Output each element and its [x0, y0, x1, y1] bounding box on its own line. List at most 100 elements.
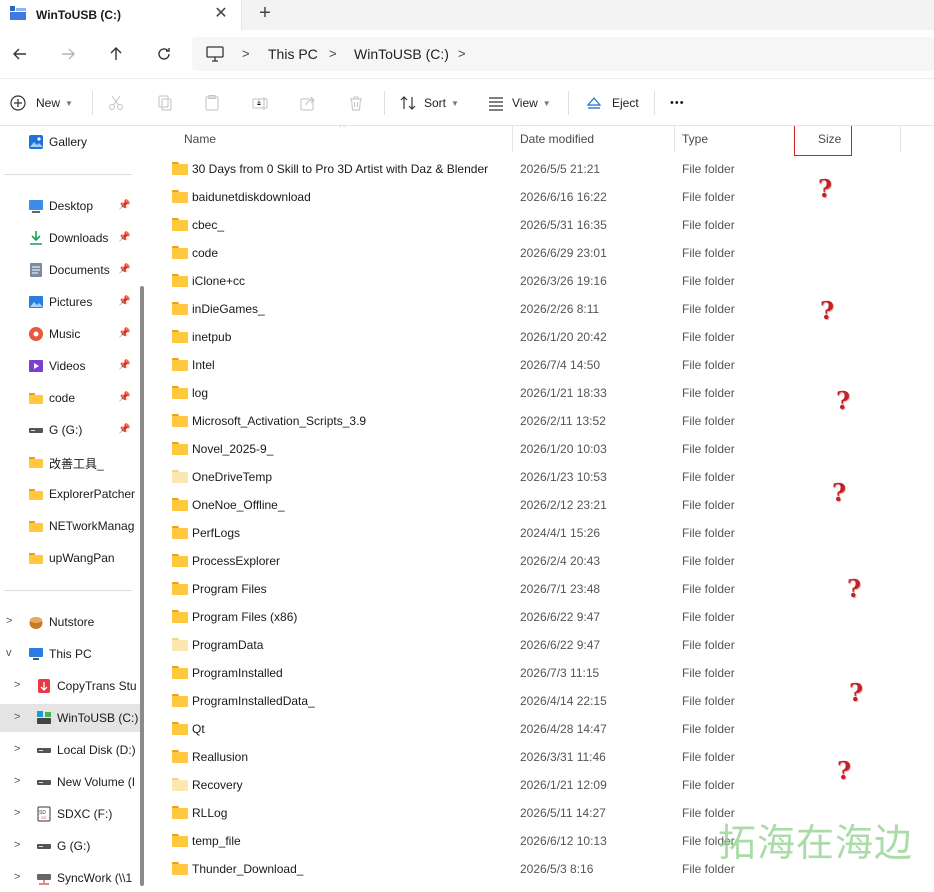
file-row[interactable]: log 2026/1/21 18:33 File folder [150, 379, 934, 407]
back-button[interactable] [8, 42, 32, 66]
sidebar-item-quick-access[interactable]: 改善工具_ [0, 448, 140, 476]
pin-icon[interactable]: 📌 [118, 392, 130, 403]
pin-icon[interactable]: 📌 [118, 232, 130, 243]
file-row[interactable]: ProgramInstalled 2026/7/3 11:15 File folde… [150, 659, 934, 687]
chevron-down-icon[interactable]: v [6, 647, 12, 659]
file-row[interactable]: Microsoft_Activation_Scripts_3.9 2026/2/1… [150, 407, 934, 435]
file-row[interactable]: Recovery 2026/1/21 12:09 File folder [150, 771, 934, 799]
more-options-button[interactable]: ••• [670, 91, 685, 115]
copy-button[interactable] [157, 91, 173, 115]
pin-icon[interactable]: 📌 [118, 200, 130, 211]
sidebar-item-quick-access[interactable]: code 📌 [0, 384, 140, 412]
sidebar-item-nutstore[interactable]: > Nutstore [0, 608, 140, 636]
new-button[interactable]: New ▼ [10, 91, 73, 115]
rename-button[interactable] [252, 91, 268, 115]
file-row[interactable]: ProcessExplorer 2026/2/4 20:43 File folder [150, 547, 934, 575]
pin-icon[interactable]: 📌 [118, 296, 130, 307]
sidebar-item-quick-access[interactable]: Videos 📌 [0, 352, 140, 380]
column-divider[interactable] [900, 126, 901, 152]
sidebar-item-drive[interactable]: > G (G:) [0, 832, 140, 860]
file-row[interactable]: Program Files 2026/7/1 23:48 File folder [150, 575, 934, 603]
sidebar-item-drive[interactable]: > SyncWork (\\1 [0, 864, 140, 892]
folder-icon [172, 302, 188, 315]
file-row[interactable]: Qt 2026/4/28 14:47 File folder [150, 715, 934, 743]
sidebar-item-drive[interactable]: > SD XC SDXC (F:) [0, 800, 140, 828]
chevron-right-icon[interactable]: > [14, 743, 20, 755]
refresh-button[interactable] [152, 42, 176, 66]
sidebar-item-quick-access[interactable]: Downloads 📌 [0, 224, 140, 252]
file-row[interactable]: ProgramData 2026/6/22 9:47 File folder [150, 631, 934, 659]
tab-title: WinToUSB (C:) [36, 8, 121, 22]
chevron-right-icon[interactable]: > [14, 679, 20, 691]
pin-icon[interactable]: 📌 [118, 264, 130, 275]
folder-icon [28, 454, 44, 470]
eject-button[interactable]: Eject [586, 91, 639, 115]
file-row[interactable]: PerfLogs 2024/4/1 15:26 File folder [150, 519, 934, 547]
chevron-right-icon[interactable]: > [14, 775, 20, 787]
sidebar-item-drive[interactable]: > Local Disk (D:) [0, 736, 140, 764]
breadcrumb-separator[interactable]: > [242, 46, 250, 61]
file-row[interactable]: Intel 2026/7/4 14:50 File folder [150, 351, 934, 379]
file-row[interactable]: Program Files (x86) 2026/6/22 9:47 File fo… [150, 603, 934, 631]
pin-icon[interactable]: 📌 [118, 424, 130, 435]
file-row[interactable]: Reallusion 2026/3/31 11:46 File folder [150, 743, 934, 771]
sort-button[interactable]: Sort ▼ [400, 91, 459, 115]
file-row[interactable]: inetpub 2026/1/20 20:42 File folder [150, 323, 934, 351]
breadcrumb-wintousb[interactable]: WinToUSB (C:) [354, 46, 449, 62]
sidebar-item-quick-access[interactable]: Desktop 📌 [0, 192, 140, 220]
chevron-right-icon[interactable]: > [14, 871, 20, 883]
sidebar-item-quick-access[interactable]: Pictures 📌 [0, 288, 140, 316]
file-row[interactable]: baidunetdiskdownload 2026/6/16 16:22 File … [150, 183, 934, 211]
breadcrumb-separator[interactable]: > [458, 46, 466, 61]
chevron-right-icon[interactable]: > [6, 615, 12, 627]
file-row[interactable]: code 2026/6/29 23:01 File folder [150, 239, 934, 267]
view-button[interactable]: View ▼ [488, 91, 551, 115]
file-row[interactable]: OneNoe_Offline_ 2026/2/12 23:21 File folde… [150, 491, 934, 519]
chevron-right-icon[interactable]: > [14, 839, 20, 851]
sidebar-item-quick-access[interactable]: Music 📌 [0, 320, 140, 348]
close-tab-icon[interactable]: ✕ [212, 5, 230, 23]
sidebar-item-drive[interactable]: > New Volume (I [0, 768, 140, 796]
sidebar-item-quick-access[interactable]: NETworkManag [0, 512, 140, 540]
file-row[interactable]: iClone+cc 2026/3/26 19:16 File folder [150, 267, 934, 295]
forward-button[interactable] [56, 42, 80, 66]
file-row[interactable]: OneDriveTemp 2026/1/23 10:53 File folder [150, 463, 934, 491]
delete-button[interactable] [348, 91, 364, 115]
question-mark-annotation: ? [818, 174, 833, 203]
file-type: File folder [682, 442, 735, 456]
breadcrumb-separator[interactable]: > [329, 46, 337, 61]
file-row[interactable]: 30 Days from 0 Skill to Pro 3D Artist wi… [150, 155, 934, 183]
sidebar-item-label: NETworkManag [49, 519, 135, 533]
tab-wintousb[interactable]: WinToUSB (C:) ✕ [0, 0, 242, 30]
file-row[interactable]: ProgramInstalledData_ 2026/4/14 22:15 File… [150, 687, 934, 715]
folder-icon [172, 666, 188, 679]
up-button[interactable] [104, 42, 128, 66]
file-row[interactable]: cbec_ 2026/5/31 16:35 File folder [150, 211, 934, 239]
pin-icon[interactable]: 📌 [118, 328, 130, 339]
question-mark-annotation: ? [836, 386, 851, 415]
breadcrumb-this-pc[interactable]: This PC [268, 46, 318, 62]
chevron-right-icon[interactable]: > [14, 807, 20, 819]
cut-button[interactable] [108, 91, 124, 115]
column-divider[interactable] [512, 126, 513, 152]
share-button[interactable] [300, 91, 316, 115]
sidebar-item-gallery[interactable]: Gallery [0, 128, 140, 156]
column-divider[interactable] [674, 126, 675, 152]
sidebar-scrollbar[interactable] [140, 286, 144, 886]
sidebar-item-quick-access[interactable]: Documents 📌 [0, 256, 140, 284]
sidebar-item-this-pc[interactable]: v This PC [0, 640, 140, 668]
sidebar-item-drive[interactable]: > CopyTrans Stu [0, 672, 140, 700]
paste-button[interactable] [204, 91, 220, 115]
sidebar-item-quick-access[interactable]: ExplorerPatcher [0, 480, 140, 508]
pin-icon[interactable]: 📌 [118, 360, 130, 371]
sidebar-item-drive[interactable]: > WinToUSB (C:) [0, 704, 140, 732]
new-tab-button[interactable]: + [254, 3, 276, 25]
sidebar-item-quick-access[interactable]: G (G:) 📌 [0, 416, 140, 444]
sidebar-item-quick-access[interactable]: upWangPan [0, 544, 140, 572]
file-row[interactable]: Novel_2025-9_ 2026/1/20 10:03 File folder [150, 435, 934, 463]
file-type: File folder [682, 358, 735, 372]
file-row[interactable]: inDieGames_ 2026/2/26 8:11 File folder [150, 295, 934, 323]
videos-icon [28, 358, 44, 374]
address-bar[interactable]: > This PC > WinToUSB (C:) > [192, 37, 934, 71]
chevron-right-icon[interactable]: > [14, 711, 20, 723]
